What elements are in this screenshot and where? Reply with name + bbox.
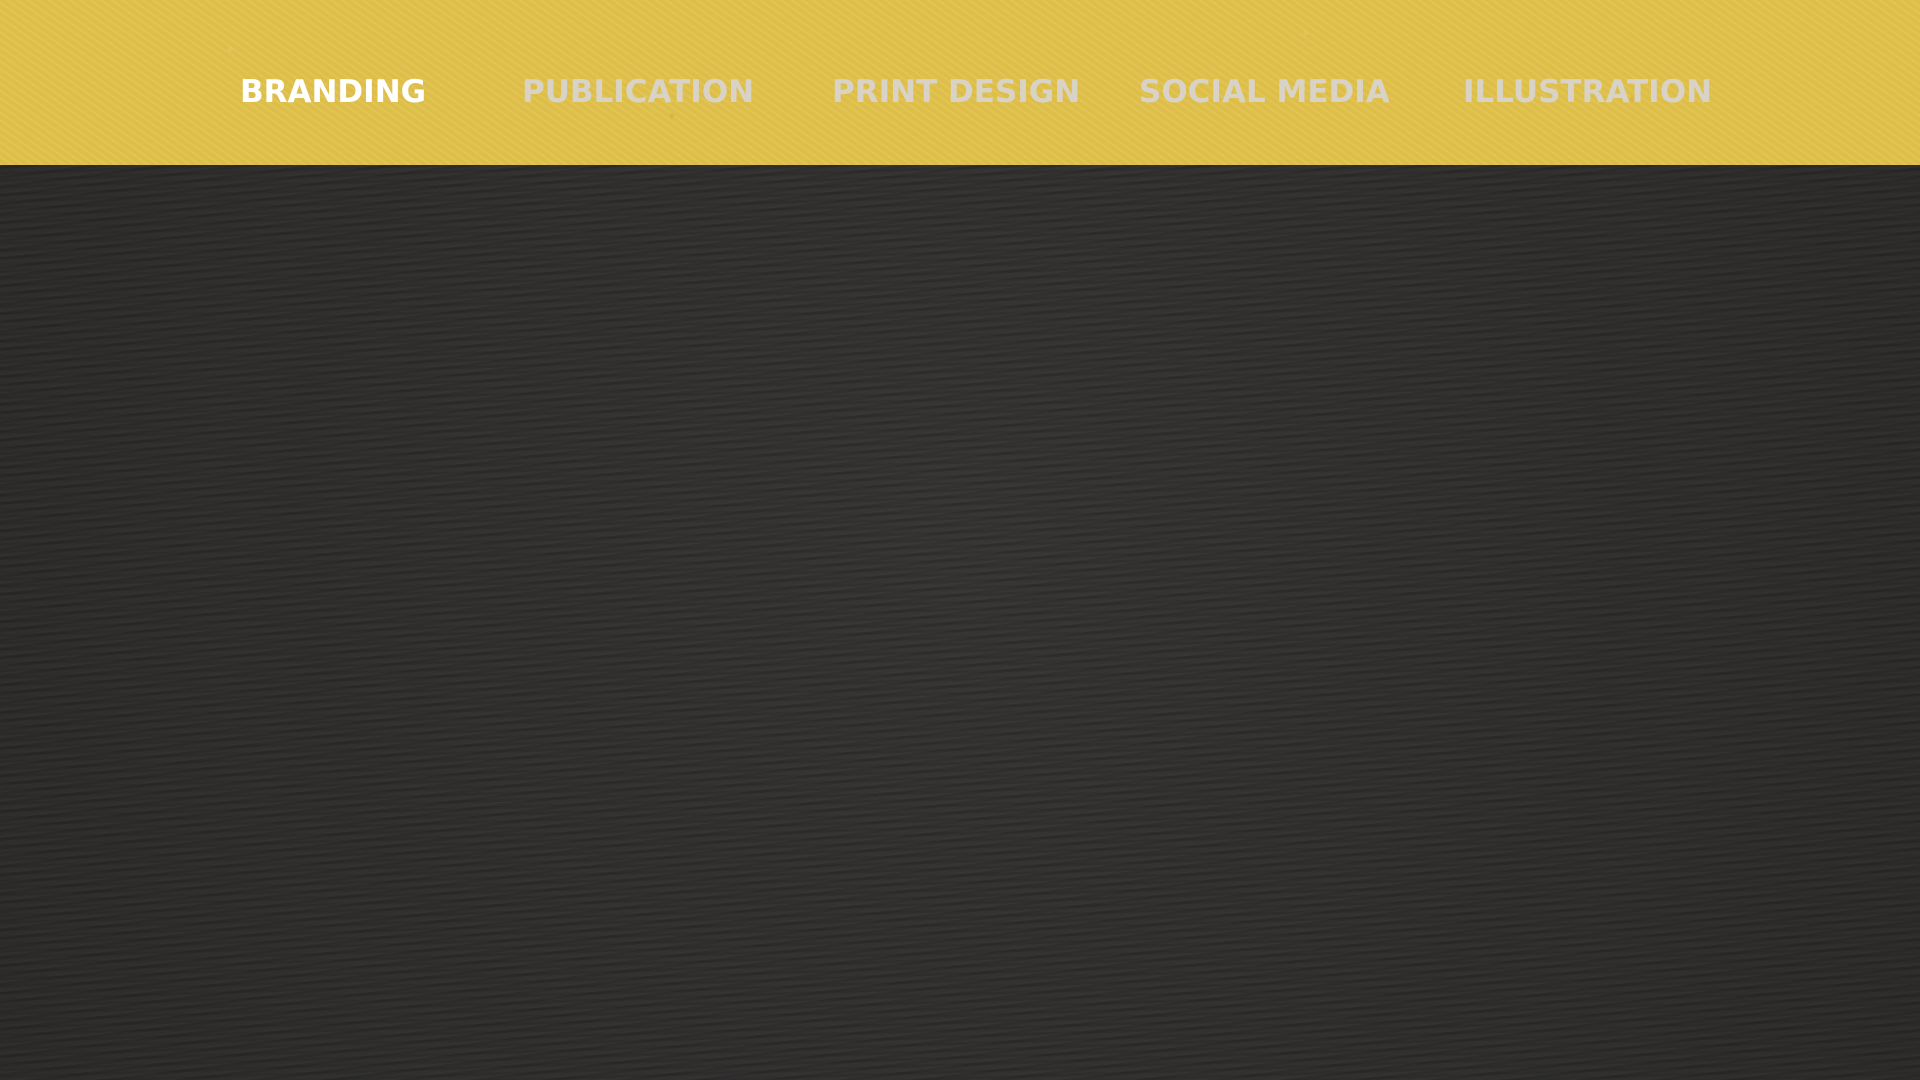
nav-item-social-media[interactable]: SOCIAL MEDIA (1139, 72, 1390, 112)
nav-item-print-design[interactable]: PRINT DESIGN (832, 72, 1080, 112)
page: BRANDING PUBLICATION PRINT DESIGN SOCIAL… (0, 0, 1920, 1080)
category-navigation: BRANDING PUBLICATION PRINT DESIGN SOCIAL… (0, 0, 1920, 165)
textured-content-area (0, 165, 1920, 1080)
nav-item-publication[interactable]: PUBLICATION (522, 72, 754, 112)
top-navigation-bar: BRANDING PUBLICATION PRINT DESIGN SOCIAL… (0, 0, 1920, 165)
nav-item-branding[interactable]: BRANDING (240, 72, 426, 112)
nav-item-illustration[interactable]: ILLUSTRATION (1463, 72, 1712, 112)
